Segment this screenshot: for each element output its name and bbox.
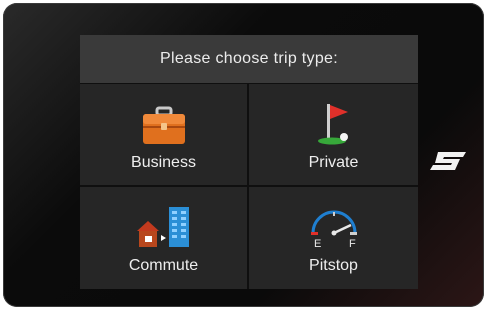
pitstop-option[interactable]: E F Pitstop (249, 187, 418, 289)
private-option[interactable]: Private (249, 84, 418, 185)
pitstop-label: Pitstop (309, 257, 358, 274)
private-label: Private (308, 154, 359, 171)
gauge-full-label: F (349, 238, 356, 249)
commute-option[interactable]: Commute (80, 187, 247, 289)
trip-type-screen: Please choose trip type: Business Privat… (80, 35, 418, 289)
golf-flag-icon (314, 102, 354, 146)
home-to-office-icon (134, 205, 194, 249)
trip-type-grid: Business Private Commute E F Pitstop (80, 84, 418, 289)
briefcase-icon (140, 102, 188, 146)
screen-title: Please choose trip type: (80, 35, 418, 83)
fuel-gauge-icon: E F (307, 205, 361, 249)
business-label: Business (131, 154, 196, 171)
gauge-empty-label: E (314, 238, 321, 249)
business-option[interactable]: Business (80, 84, 247, 185)
commute-label: Commute (128, 257, 199, 274)
brand-logo-icon (430, 152, 466, 175)
